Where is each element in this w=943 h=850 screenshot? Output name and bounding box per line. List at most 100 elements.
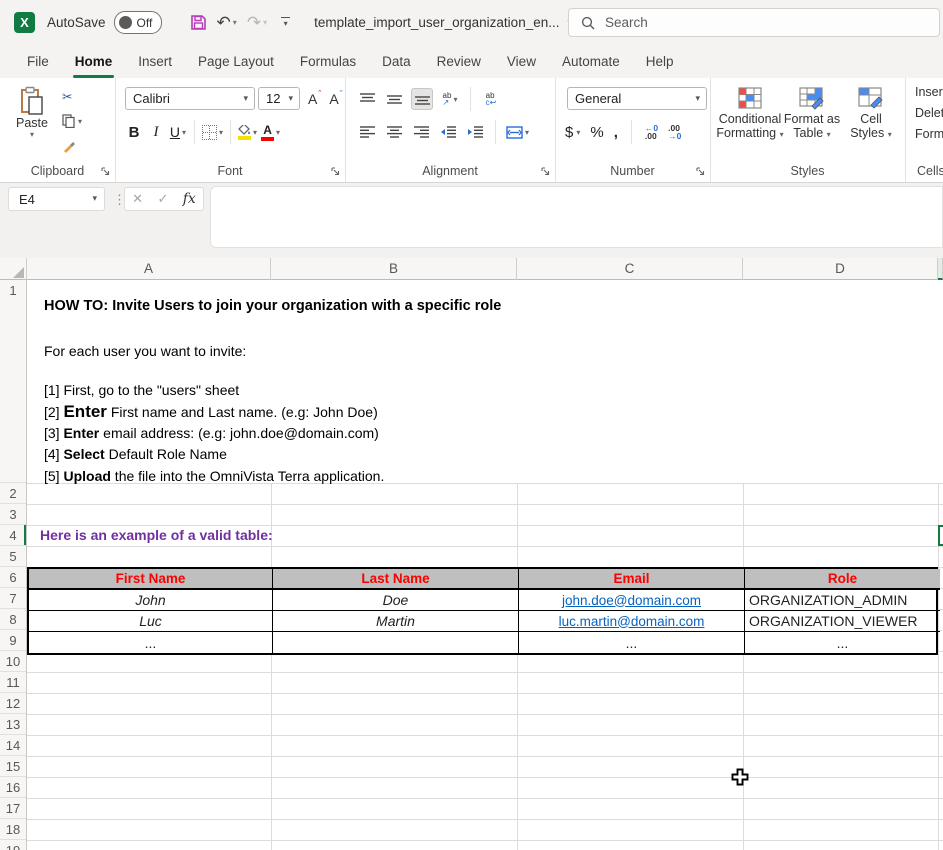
row-header-12[interactable]: 12: [0, 693, 26, 714]
autosave-toggle[interactable]: Off: [114, 11, 162, 34]
row-header-16[interactable]: 16: [0, 777, 26, 798]
table-header-last-name[interactable]: Last Name: [273, 569, 519, 590]
save-button[interactable]: [190, 14, 207, 31]
table-header-first-name[interactable]: First Name: [29, 569, 273, 590]
font-dialog-launcher[interactable]: [331, 167, 340, 176]
row-header-17[interactable]: 17: [0, 798, 26, 819]
decrease-indent-button[interactable]: [438, 122, 458, 142]
chevron-down-icon[interactable]: ▾: [233, 19, 237, 27]
insert-function-button[interactable]: fx: [183, 191, 196, 207]
column-header-d[interactable]: D: [743, 258, 938, 280]
align-center-button[interactable]: [384, 122, 404, 142]
cell-role[interactable]: ORGANIZATION_ADMIN: [745, 590, 940, 611]
row-header-18[interactable]: 18: [0, 819, 26, 840]
row-header-15[interactable]: 15: [0, 756, 26, 777]
table-header-email[interactable]: Email: [519, 569, 745, 590]
customize-qat-button[interactable]: ▾: [281, 17, 290, 28]
borders-button[interactable]: ▾: [202, 122, 223, 142]
menu-tab-insert[interactable]: Insert: [125, 45, 185, 78]
document-title[interactable]: template_import_user_organization_en... …: [314, 15, 572, 30]
number-format-select[interactable]: General ▾: [567, 87, 707, 110]
cell-email[interactable]: john.doe@domain.com: [519, 590, 745, 611]
cell-role[interactable]: ...: [745, 632, 940, 653]
cell-first-name[interactable]: ...: [29, 632, 273, 653]
cell-first-name[interactable]: Luc: [29, 611, 273, 632]
row-header-1[interactable]: 1: [0, 280, 26, 483]
align-left-button[interactable]: [357, 122, 377, 142]
email-link[interactable]: luc.martin@domain.com: [559, 614, 705, 629]
insert-cells-button[interactable]: Insert: [911, 85, 943, 99]
decrease-font-size-button[interactable]: A ˇ: [329, 91, 342, 107]
format-painter-button[interactable]: [62, 138, 82, 154]
column-header-c[interactable]: C: [517, 258, 743, 280]
enter-icon[interactable]: ✓: [157, 191, 168, 207]
align-top-button[interactable]: [357, 89, 377, 109]
cell-email[interactable]: luc.martin@domain.com: [519, 611, 745, 632]
row-header-5[interactable]: 5: [0, 546, 26, 567]
formula-input[interactable]: [210, 186, 943, 248]
row-header-14[interactable]: 14: [0, 735, 26, 756]
cell-styles-button[interactable]: Cell Styles ▾: [845, 86, 897, 142]
excel-logo-icon[interactable]: X: [14, 12, 35, 33]
menu-tab-review[interactable]: Review: [424, 45, 494, 78]
conditional-formatting-button[interactable]: Conditional Formatting ▾: [715, 86, 785, 142]
decrease-decimal-button[interactable]: .00 →0: [668, 124, 681, 140]
column-header-e-partial[interactable]: [938, 258, 943, 280]
row-header-3[interactable]: 3: [0, 504, 26, 525]
row-header-11[interactable]: 11: [0, 672, 26, 693]
menu-tab-formulas[interactable]: Formulas: [287, 45, 369, 78]
menu-tab-file[interactable]: File: [14, 45, 62, 78]
cell-email[interactable]: ...: [519, 632, 745, 653]
font-size-select[interactable]: 12 ▾: [258, 87, 300, 110]
currency-format-button[interactable]: $ ▾: [565, 124, 580, 141]
email-link[interactable]: john.doe@domain.com: [562, 593, 701, 608]
cell-last-name[interactable]: [273, 632, 519, 653]
fill-color-button[interactable]: ▾: [238, 122, 257, 142]
menu-tab-home[interactable]: Home: [62, 45, 126, 78]
column-header-b[interactable]: B: [271, 258, 517, 280]
row-header-6[interactable]: 6: [0, 567, 26, 588]
increase-font-size-button[interactable]: A ˆ: [308, 91, 321, 107]
number-dialog-launcher[interactable]: [696, 167, 705, 176]
alignment-dialog-launcher[interactable]: [541, 167, 550, 176]
font-name-select[interactable]: Calibri ▾: [125, 87, 255, 110]
align-middle-button[interactable]: [384, 89, 404, 109]
row-header-8[interactable]: 8: [0, 609, 26, 630]
align-bottom-button[interactable]: [411, 88, 433, 110]
cell-role[interactable]: ORGANIZATION_VIEWER: [745, 611, 940, 632]
align-right-button[interactable]: [411, 122, 431, 142]
format-as-table-button[interactable]: Format as Table ▾: [782, 86, 842, 142]
cell-last-name[interactable]: Doe: [273, 590, 519, 611]
menu-tab-automate[interactable]: Automate: [549, 45, 633, 78]
row-header-7[interactable]: 7: [0, 588, 26, 609]
row-header-9[interactable]: 9: [0, 630, 26, 651]
menu-tab-view[interactable]: View: [494, 45, 549, 78]
cell-last-name[interactable]: Martin: [273, 611, 519, 632]
cut-button[interactable]: ✂: [62, 88, 82, 104]
row-header-10[interactable]: 10: [0, 651, 26, 672]
row-header-19[interactable]: 19: [0, 840, 26, 850]
bold-button[interactable]: B: [125, 122, 143, 142]
format-cells-button[interactable]: Format: [911, 127, 943, 141]
name-box[interactable]: E4 ▾: [8, 187, 105, 211]
comma-format-button[interactable]: ,: [614, 124, 618, 141]
search-input[interactable]: Search: [568, 8, 940, 37]
cell-first-name[interactable]: John: [29, 590, 273, 611]
italic-button[interactable]: I: [147, 122, 165, 142]
percent-format-button[interactable]: %: [590, 124, 603, 141]
row-header-4[interactable]: 4: [0, 525, 26, 546]
sheet-content[interactable]: HOW TO: Invite Users to join your organi…: [27, 280, 943, 850]
increase-decimal-button[interactable]: ←0 .00: [645, 124, 658, 140]
menu-tab-page-layout[interactable]: Page Layout: [185, 45, 287, 78]
menu-tab-data[interactable]: Data: [369, 45, 424, 78]
select-all-corner[interactable]: [0, 258, 27, 280]
column-header-a[interactable]: A: [27, 258, 271, 280]
cancel-icon[interactable]: ✕: [132, 191, 143, 207]
delete-cells-button[interactable]: Delete: [911, 106, 943, 120]
row-header-2[interactable]: 2: [0, 483, 26, 504]
menu-tab-help[interactable]: Help: [633, 45, 687, 78]
font-color-button[interactable]: A ▾: [261, 122, 280, 142]
paste-button[interactable]: Paste ▾: [12, 86, 52, 139]
clipboard-dialog-launcher[interactable]: [101, 167, 110, 176]
undo-button[interactable]: ↶ ▾: [217, 14, 237, 31]
